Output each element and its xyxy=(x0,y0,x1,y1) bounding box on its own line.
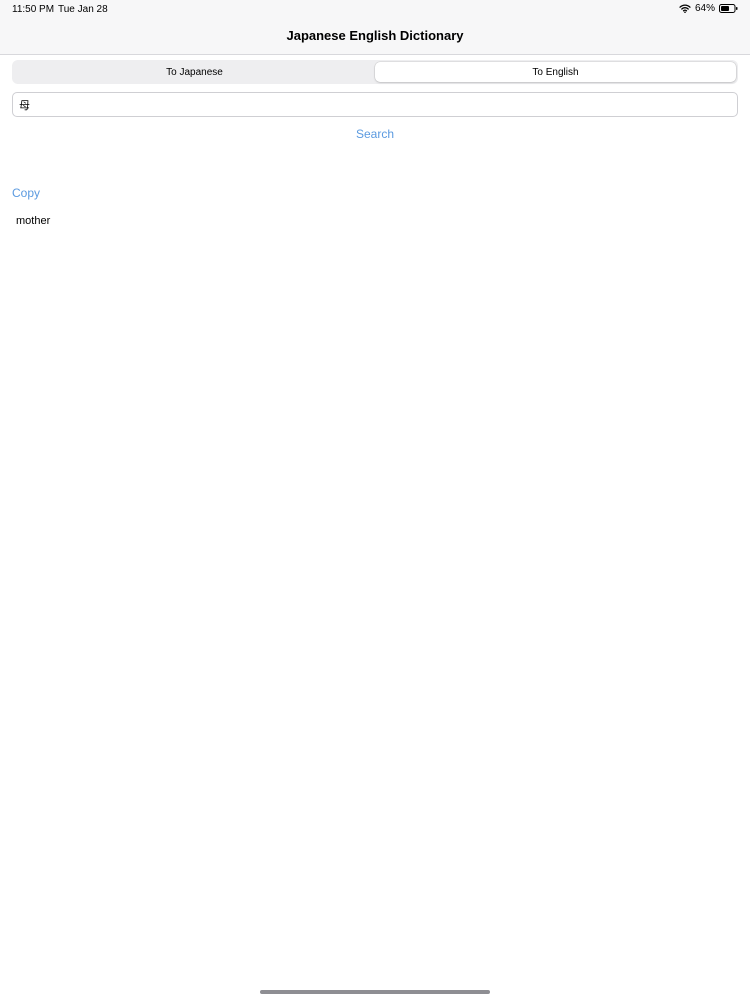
search-input[interactable] xyxy=(12,92,738,117)
segment-to-japanese[interactable]: To Japanese xyxy=(14,62,375,82)
home-indicator[interactable] xyxy=(260,990,490,994)
battery-fill xyxy=(721,6,729,11)
top-bar: 11:50 PM Tue Jan 28 64% Japanese English… xyxy=(0,0,750,55)
search-button[interactable]: Search xyxy=(0,127,750,141)
translation-direction-selector: To Japanese To English xyxy=(12,60,738,84)
translation-result: mother xyxy=(16,215,51,227)
segment-to-english[interactable]: To English xyxy=(375,62,736,82)
battery-percentage: 64% xyxy=(694,3,715,14)
battery-icon xyxy=(719,4,738,13)
wifi-icon xyxy=(679,4,691,13)
page-title: Japanese English Dictionary xyxy=(286,28,464,43)
copy-button[interactable]: Copy xyxy=(12,186,40,200)
status-time: 11:50 PM xyxy=(12,4,55,15)
status-date: Tue Jan 28 xyxy=(58,4,108,15)
status-indicators: 64% xyxy=(679,3,738,14)
status-bar: 11:50 PM Tue Jan 28 64% xyxy=(0,0,750,18)
